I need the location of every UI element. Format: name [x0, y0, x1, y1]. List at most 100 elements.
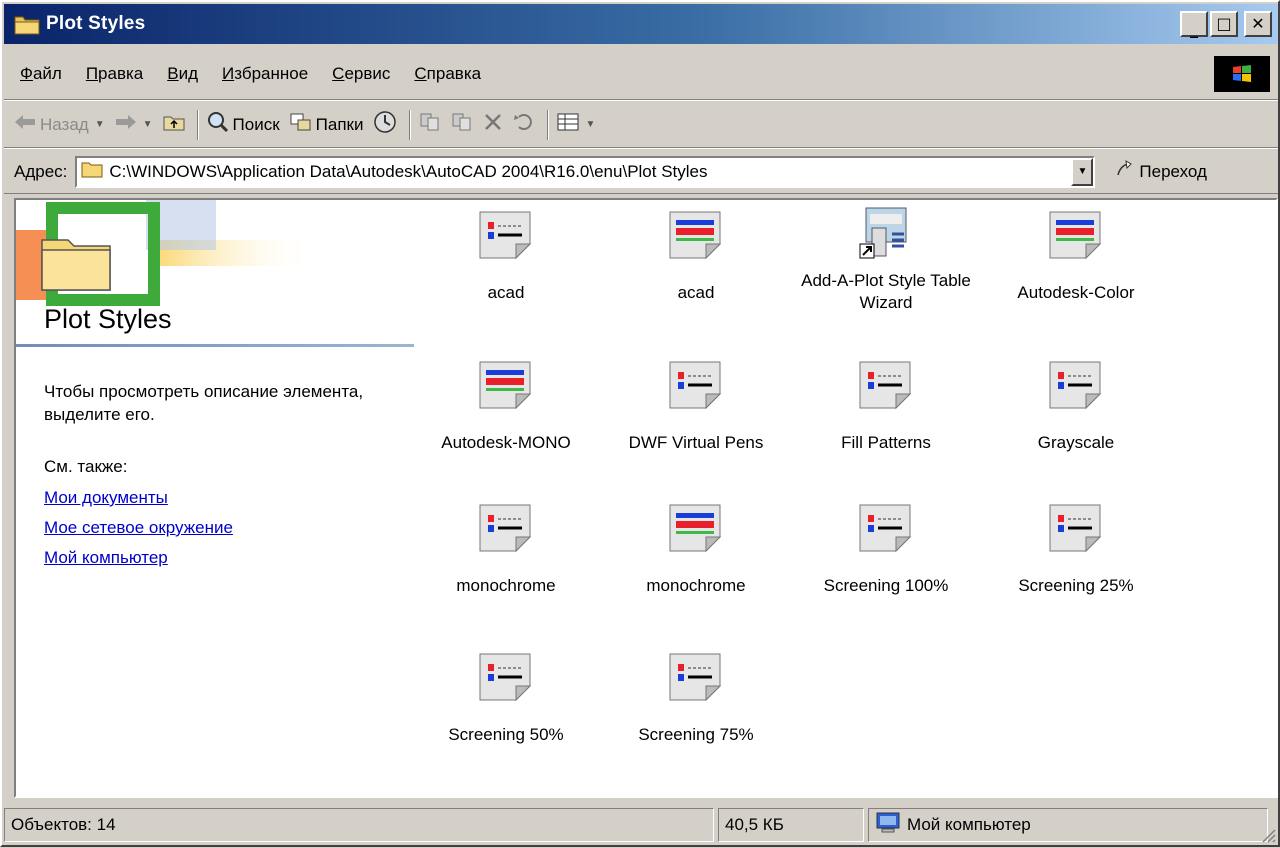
file-item[interactable]: acad [606, 210, 786, 304]
arrow-left-icon [14, 114, 36, 135]
menu-bar: Файл Правка Вид Избранное Сервис Справка [4, 48, 1278, 100]
ctb-file-icon [668, 652, 724, 702]
folder-banner: Plot Styles [16, 200, 416, 350]
address-path: C:\WINDOWS\Application Data\Autodesk\Aut… [109, 161, 708, 181]
ctb-file-icon [858, 360, 914, 410]
file-label: Screening 75% [638, 725, 754, 744]
pane-description: Чтобы просмотреть описание элемента, выд… [44, 382, 364, 424]
window-title: Plot Styles [46, 13, 146, 34]
file-item[interactable]: DWF Virtual Pens [606, 360, 786, 454]
web-view-pane: Plot Styles Чтобы просмотреть описание э… [16, 200, 416, 796]
maximize-button[interactable]: □ [1210, 11, 1238, 37]
back-button[interactable]: Назад ▼ [14, 114, 105, 135]
stb-file-icon [668, 503, 724, 553]
views-icon [557, 112, 579, 137]
minimize-button[interactable]: _ [1180, 11, 1208, 37]
folder-icon [14, 13, 40, 35]
go-button[interactable]: Переход [1115, 159, 1207, 184]
folder-view: Plot Styles Чтобы просмотреть описание э… [14, 198, 1278, 798]
windows-logo-icon [1214, 56, 1270, 92]
file-label: DWF Virtual Pens [628, 433, 764, 452]
folders-button[interactable]: Папки [290, 112, 363, 137]
close-button[interactable]: ✕ [1244, 11, 1272, 37]
ctb-file-icon [478, 210, 534, 260]
menu-help[interactable]: Справка [414, 64, 481, 84]
file-item[interactable]: Screening 50% [416, 652, 596, 746]
status-size: 40,5 КБ [718, 808, 864, 842]
computer-icon [875, 812, 901, 839]
file-label: Autodesk-MONO [441, 433, 571, 452]
delete-button[interactable] [483, 112, 503, 137]
menu-edit[interactable]: Правка [86, 64, 143, 84]
delete-icon [483, 112, 503, 137]
copy-to-icon [451, 112, 473, 137]
ctb-file-icon [478, 503, 534, 553]
file-item[interactable]: monochrome [606, 503, 786, 597]
file-item[interactable]: monochrome [416, 503, 596, 597]
forward-button[interactable]: ▼ [115, 114, 153, 135]
file-label: Screening 50% [448, 725, 564, 744]
search-icon [207, 111, 229, 138]
chevron-down-icon[interactable]: ▼ [95, 119, 105, 130]
history-icon [373, 110, 397, 139]
ctb-file-icon [858, 503, 914, 553]
chevron-down-icon[interactable]: ▼ [143, 119, 153, 130]
file-list: acad acad Add-A-Plot Style Table Wizard … [416, 200, 1276, 796]
file-item[interactable]: Screening 75% [606, 652, 786, 746]
arrow-right-icon [115, 114, 137, 135]
file-item[interactable]: Screening 25% [986, 503, 1166, 597]
link-my-computer[interactable]: Мой компьютер [44, 548, 233, 568]
ctb-file-icon [1048, 360, 1104, 410]
stb-file-icon [1048, 210, 1104, 260]
title-bar[interactable]: Plot Styles _ □ ✕ [4, 4, 1278, 44]
pane-title: Plot Styles [44, 304, 172, 334]
folder-icon [81, 160, 103, 183]
resize-grip-icon[interactable] [1260, 827, 1276, 843]
file-item[interactable]: Grayscale [986, 360, 1166, 454]
address-input[interactable]: C:\WINDOWS\Application Data\Autodesk\Aut… [75, 155, 1096, 188]
toolbar: Назад ▼ ▼ Поиск Папки ▼ [4, 102, 1278, 148]
up-folder-button[interactable] [163, 113, 185, 136]
file-label: Add-A-Plot Style Table Wizard [801, 271, 971, 312]
ctb-file-icon [1048, 503, 1104, 553]
address-bar: Адрес: C:\WINDOWS\Application Data\Autod… [4, 150, 1278, 194]
undo-icon [513, 113, 535, 136]
views-button[interactable]: ▼ [557, 112, 595, 137]
file-item[interactable]: acad [416, 210, 596, 304]
file-label: Screening 25% [1018, 576, 1134, 595]
explorer-window: Plot Styles _ □ ✕ Файл Правка Вид Избран… [0, 0, 1280, 847]
history-button[interactable] [373, 110, 397, 139]
ctb-file-icon [668, 360, 724, 410]
undo-button[interactable] [513, 113, 535, 136]
file-item[interactable]: Screening 100% [796, 503, 976, 597]
status-object-count: Объектов: 14 [4, 808, 714, 842]
file-item[interactable]: Autodesk-MONO [416, 360, 596, 454]
file-label: Fill Patterns [841, 433, 931, 452]
file-label: Autodesk-Color [1017, 283, 1135, 302]
address-label: Адрес: [14, 161, 68, 181]
link-network-places[interactable]: Мое сетевое окружение [44, 518, 233, 538]
file-label: acad [677, 283, 715, 302]
search-button[interactable]: Поиск [207, 111, 280, 138]
menu-favorites[interactable]: Избранное [222, 64, 308, 84]
copy-to-button[interactable] [451, 112, 473, 137]
chevron-down-icon[interactable]: ▼ [585, 119, 595, 130]
link-my-documents[interactable]: Мои документы [44, 488, 233, 508]
file-label: acad [487, 283, 525, 302]
file-item[interactable]: Fill Patterns [796, 360, 976, 454]
file-label: Screening 100% [823, 576, 949, 595]
stb-file-icon [668, 210, 724, 260]
menu-view[interactable]: Вид [167, 64, 198, 84]
file-item[interactable]: Autodesk-Color [986, 210, 1166, 304]
menu-tools[interactable]: Сервис [332, 64, 390, 84]
file-item[interactable]: Add-A-Plot Style Table Wizard [796, 204, 976, 314]
menu-file[interactable]: Файл [20, 64, 62, 84]
wizard-shortcut-icon [858, 204, 914, 259]
file-label: Grayscale [1037, 433, 1115, 452]
go-arrow-icon [1115, 159, 1135, 184]
move-to-button[interactable] [419, 112, 441, 137]
ctb-file-icon [478, 652, 534, 702]
stb-file-icon [478, 360, 534, 410]
address-dropdown-button[interactable]: ▼ [1071, 157, 1094, 186]
folder-up-icon [163, 113, 185, 136]
